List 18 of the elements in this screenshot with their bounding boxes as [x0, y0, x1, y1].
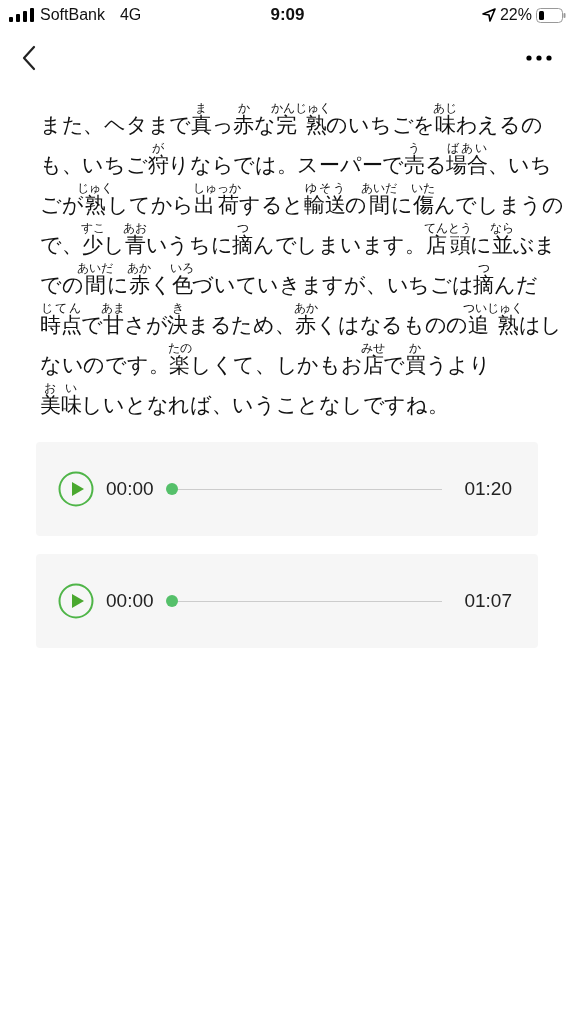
progress-slider[interactable]	[165, 595, 443, 607]
clock-time: 9:09	[270, 5, 305, 25]
play-button[interactable]	[58, 471, 94, 507]
duration-time: 01:07	[464, 590, 512, 612]
back-icon	[22, 45, 36, 71]
more-icon	[526, 55, 552, 61]
network-type: 4G	[119, 6, 142, 24]
location-arrow-icon	[481, 8, 496, 22]
battery-icon	[536, 7, 566, 23]
play-button[interactable]	[58, 583, 94, 619]
carrier-name: SoftBank	[40, 6, 105, 24]
current-time: 00:00	[106, 478, 154, 500]
signal-icon	[9, 8, 35, 22]
duration-time: 01:20	[464, 478, 512, 500]
battery-percent: 22%	[499, 6, 532, 24]
current-time: 00:00	[106, 590, 154, 612]
progress-slider[interactable]	[165, 483, 443, 495]
article-paragraph: また、ヘタまで真 ま っ赤 か な完熟 かんじゅく のいちごを味 あじ わえるの も、いちご狩 が りならでは。スーパーで売 う る場合 ばあい 、いち ごが熟 じゅく してから 出荷 しゅっか すると 輸送 ゆそう の 間 あいだ に傷 いた んでしまうの で、少 すこ し青 あお いうちに摘 つ んでしまいます。店頭 てんとう に並 なら ぶま での間 あいだ に赤 あか く 色 いろ づいていきますが、いちごは摘 つ んだ 時点 じてん で甘 あま さが決 き まるため、赤 あか くはなるものの追熟 ついじゅく はし ないのです。楽 たの しくて、しかもお店 みせ で買 か うより 美味 おい しいとなれば、いうことなしですね。	[40, 102, 565, 418]
